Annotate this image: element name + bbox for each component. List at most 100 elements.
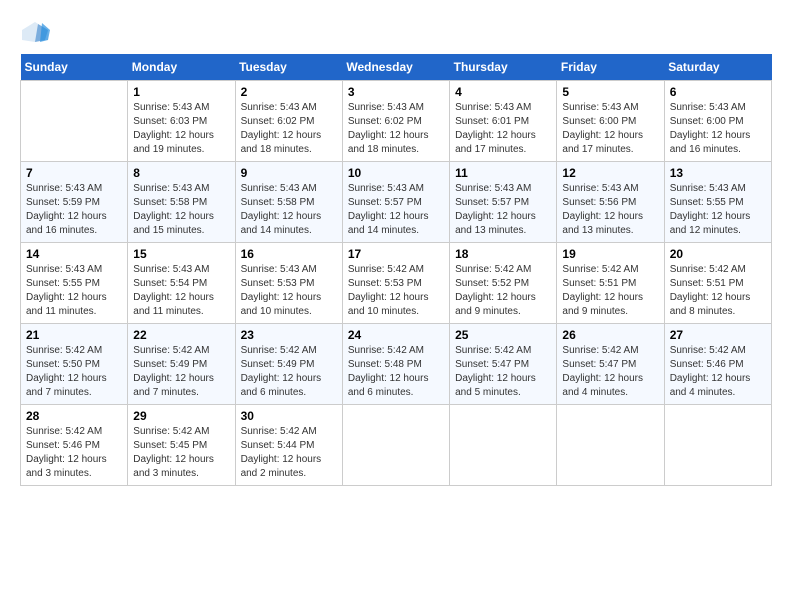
calendar-cell: 30 Sunrise: 5:42 AM Sunset: 5:44 PM Dayli… — [235, 405, 342, 486]
day-number: 18 — [455, 247, 551, 261]
day-number: 29 — [133, 409, 229, 423]
day-number: 13 — [670, 166, 766, 180]
calendar-cell: 3 Sunrise: 5:43 AM Sunset: 6:02 PM Daylig… — [342, 81, 449, 162]
calendar-cell — [450, 405, 557, 486]
cell-content: Sunrise: 5:42 AM Sunset: 5:47 PM Dayligh… — [562, 344, 658, 400]
calendar-table: SundayMondayTuesdayWednesdayThursdayFrid… — [20, 54, 772, 486]
day-number: 30 — [241, 409, 337, 423]
day-number: 4 — [455, 85, 551, 99]
calendar-cell: 15Sunrise: 5:43 AM Sunset: 5:54 PM Dayli… — [128, 243, 235, 324]
cell-content: Sunrise: 5:43 AM Sunset: 6:01 PM Dayligh… — [455, 101, 551, 157]
cell-content: Sunrise: 5:42 AM Sunset: 5:44 PM Dayligh… — [241, 425, 337, 481]
cell-content: Sunrise: 5:42 AM Sunset: 5:49 PM Dayligh… — [241, 344, 337, 400]
cell-content: Sunrise: 5:43 AM Sunset: 6:00 PM Dayligh… — [670, 101, 766, 157]
column-header-sunday: Sunday — [21, 54, 128, 81]
calendar-cell: 22 Sunrise: 5:42 AM Sunset: 5:49 PM Dayli… — [128, 324, 235, 405]
day-number: 7 — [26, 166, 122, 180]
calendar-cell: 1 Sunrise: 5:43 AM Sunset: 6:03 PM Daylig… — [128, 81, 235, 162]
page-header — [20, 20, 772, 44]
cell-content: Sunrise: 5:42 AM Sunset: 5:53 PM Dayligh… — [348, 263, 444, 319]
calendar-cell: 9Sunrise: 5:43 AM Sunset: 5:58 PM Daylig… — [235, 162, 342, 243]
column-header-wednesday: Wednesday — [342, 54, 449, 81]
day-number: 5 — [562, 85, 658, 99]
cell-content: Sunrise: 5:42 AM Sunset: 5:45 PM Dayligh… — [133, 425, 229, 481]
day-number: 21 — [26, 328, 122, 342]
day-number: 25 — [455, 328, 551, 342]
calendar-cell — [342, 405, 449, 486]
day-number: 6 — [670, 85, 766, 99]
calendar-cell: 28 Sunrise: 5:42 AM Sunset: 5:46 PM Dayli… — [21, 405, 128, 486]
calendar-cell: 5 Sunrise: 5:43 AM Sunset: 6:00 PM Daylig… — [557, 81, 664, 162]
calendar-cell: 16 Sunrise: 5:43 AM Sunset: 5:53 PM Dayli… — [235, 243, 342, 324]
day-number: 20 — [670, 247, 766, 261]
cell-content: Sunrise: 5:43 AM Sunset: 6:02 PM Dayligh… — [348, 101, 444, 157]
cell-content: Sunrise: 5:42 AM Sunset: 5:48 PM Dayligh… — [348, 344, 444, 400]
cell-content: Sunrise: 5:42 AM Sunset: 5:47 PM Dayligh… — [455, 344, 551, 400]
calendar-cell: 17Sunrise: 5:42 AM Sunset: 5:53 PM Dayli… — [342, 243, 449, 324]
logo-icon — [20, 20, 50, 44]
calendar-cell: 11Sunrise: 5:43 AM Sunset: 5:57 PM Dayli… — [450, 162, 557, 243]
column-header-thursday: Thursday — [450, 54, 557, 81]
calendar-cell: 21Sunrise: 5:42 AM Sunset: 5:50 PM Dayli… — [21, 324, 128, 405]
cell-content: Sunrise: 5:43 AM Sunset: 5:58 PM Dayligh… — [133, 182, 229, 238]
cell-content: Sunrise: 5:42 AM Sunset: 5:46 PM Dayligh… — [26, 425, 122, 481]
calendar-cell: 13 Sunrise: 5:43 AM Sunset: 5:55 PM Dayli… — [664, 162, 771, 243]
calendar-cell: 23 Sunrise: 5:42 AM Sunset: 5:49 PM Dayli… — [235, 324, 342, 405]
calendar-cell — [664, 405, 771, 486]
calendar-cell — [557, 405, 664, 486]
day-number: 28 — [26, 409, 122, 423]
column-header-friday: Friday — [557, 54, 664, 81]
calendar-header-row: SundayMondayTuesdayWednesdayThursdayFrid… — [21, 54, 772, 81]
calendar-cell: 4 Sunrise: 5:43 AM Sunset: 6:01 PM Daylig… — [450, 81, 557, 162]
day-number: 14 — [26, 247, 122, 261]
cell-content: Sunrise: 5:43 AM Sunset: 5:53 PM Dayligh… — [241, 263, 337, 319]
day-number: 26 — [562, 328, 658, 342]
day-number: 19 — [562, 247, 658, 261]
calendar-week-4: 21Sunrise: 5:42 AM Sunset: 5:50 PM Dayli… — [21, 324, 772, 405]
calendar-cell: 8Sunrise: 5:43 AM Sunset: 5:58 PM Daylig… — [128, 162, 235, 243]
cell-content: Sunrise: 5:43 AM Sunset: 5:58 PM Dayligh… — [241, 182, 337, 238]
cell-content: Sunrise: 5:42 AM Sunset: 5:49 PM Dayligh… — [133, 344, 229, 400]
calendar-cell: 26 Sunrise: 5:42 AM Sunset: 5:47 PM Dayli… — [557, 324, 664, 405]
cell-content: Sunrise: 5:43 AM Sunset: 6:02 PM Dayligh… — [241, 101, 337, 157]
column-header-saturday: Saturday — [664, 54, 771, 81]
cell-content: Sunrise: 5:42 AM Sunset: 5:51 PM Dayligh… — [562, 263, 658, 319]
day-number: 22 — [133, 328, 229, 342]
day-number: 2 — [241, 85, 337, 99]
cell-content: Sunrise: 5:43 AM Sunset: 6:00 PM Dayligh… — [562, 101, 658, 157]
cell-content: Sunrise: 5:43 AM Sunset: 6:03 PM Dayligh… — [133, 101, 229, 157]
day-number: 23 — [241, 328, 337, 342]
cell-content: Sunrise: 5:43 AM Sunset: 5:55 PM Dayligh… — [670, 182, 766, 238]
calendar-cell: 10 Sunrise: 5:43 AM Sunset: 5:57 PM Dayli… — [342, 162, 449, 243]
cell-content: Sunrise: 5:42 AM Sunset: 5:52 PM Dayligh… — [455, 263, 551, 319]
cell-content: Sunrise: 5:43 AM Sunset: 5:56 PM Dayligh… — [562, 182, 658, 238]
day-number: 11 — [455, 166, 551, 180]
calendar-cell: 7 Sunrise: 5:43 AM Sunset: 5:59 PM Daylig… — [21, 162, 128, 243]
cell-content: Sunrise: 5:42 AM Sunset: 5:46 PM Dayligh… — [670, 344, 766, 400]
day-number: 1 — [133, 85, 229, 99]
day-number: 10 — [348, 166, 444, 180]
calendar-week-2: 7 Sunrise: 5:43 AM Sunset: 5:59 PM Daylig… — [21, 162, 772, 243]
day-number: 15 — [133, 247, 229, 261]
calendar-cell: 24 Sunrise: 5:42 AM Sunset: 5:48 PM Dayli… — [342, 324, 449, 405]
calendar-cell: 18 Sunrise: 5:42 AM Sunset: 5:52 PM Dayli… — [450, 243, 557, 324]
logo — [20, 20, 54, 44]
cell-content: Sunrise: 5:42 AM Sunset: 5:51 PM Dayligh… — [670, 263, 766, 319]
day-number: 24 — [348, 328, 444, 342]
day-number: 16 — [241, 247, 337, 261]
calendar-cell — [21, 81, 128, 162]
calendar-cell: 25 Sunrise: 5:42 AM Sunset: 5:47 PM Dayli… — [450, 324, 557, 405]
calendar-cell: 27Sunrise: 5:42 AM Sunset: 5:46 PM Dayli… — [664, 324, 771, 405]
calendar-cell: 6 Sunrise: 5:43 AM Sunset: 6:00 PM Daylig… — [664, 81, 771, 162]
calendar-cell: 12Sunrise: 5:43 AM Sunset: 5:56 PM Dayli… — [557, 162, 664, 243]
column-header-tuesday: Tuesday — [235, 54, 342, 81]
calendar-week-1: 1 Sunrise: 5:43 AM Sunset: 6:03 PM Daylig… — [21, 81, 772, 162]
day-number: 3 — [348, 85, 444, 99]
cell-content: Sunrise: 5:43 AM Sunset: 5:59 PM Dayligh… — [26, 182, 122, 238]
calendar-cell: 20 Sunrise: 5:42 AM Sunset: 5:51 PM Dayli… — [664, 243, 771, 324]
calendar-cell: 14Sunrise: 5:43 AM Sunset: 5:55 PM Dayli… — [21, 243, 128, 324]
cell-content: Sunrise: 5:43 AM Sunset: 5:57 PM Dayligh… — [348, 182, 444, 238]
calendar-week-5: 28 Sunrise: 5:42 AM Sunset: 5:46 PM Dayli… — [21, 405, 772, 486]
calendar-week-3: 14Sunrise: 5:43 AM Sunset: 5:55 PM Dayli… — [21, 243, 772, 324]
calendar-cell: 29 Sunrise: 5:42 AM Sunset: 5:45 PM Dayli… — [128, 405, 235, 486]
